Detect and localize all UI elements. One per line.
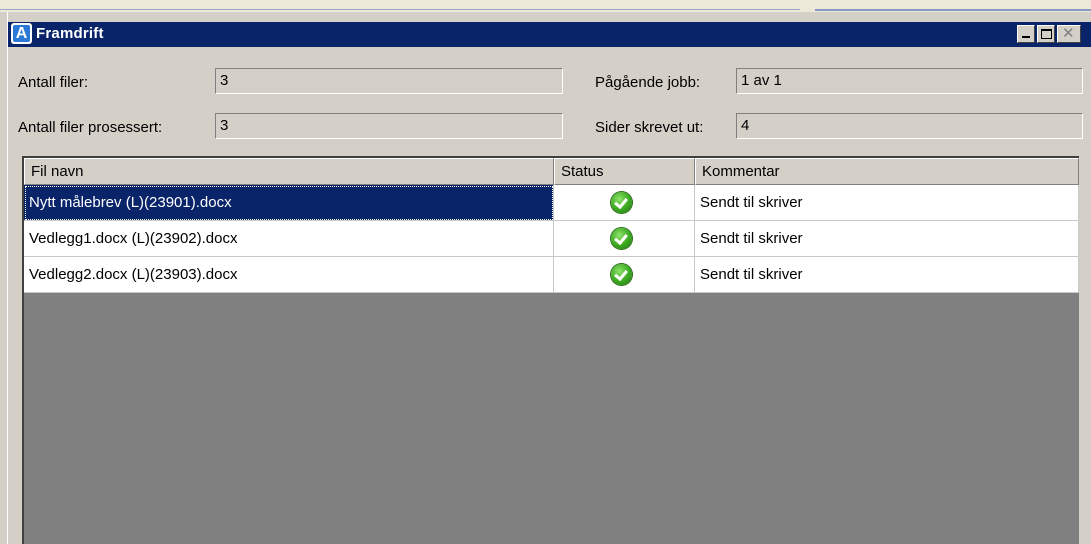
antall-prosessert-label: Antall filer prosessert: — [18, 119, 163, 136]
title-bar[interactable]: A Framdrift ✕ — [8, 22, 1091, 47]
antall-filer-label: Antall filer: — [18, 74, 89, 91]
progress-window: A Framdrift ✕ Antall filer: 3 Pågående j… — [7, 12, 1091, 544]
minimize-button[interactable] — [1017, 25, 1035, 43]
status-cell[interactable] — [554, 185, 695, 221]
pagaende-jobb-field: 1 av 1 — [736, 68, 1083, 94]
check-ok-icon — [611, 264, 632, 285]
file-name-cell[interactable]: Vedlegg2.docx (L)(23903).docx — [24, 257, 554, 293]
window-title: Framdrift — [36, 25, 104, 42]
column-header-kommentar[interactable]: Kommentar — [695, 158, 1079, 185]
file-name-cell[interactable]: Nytt målebrev (L)(23901).docx — [24, 185, 554, 221]
check-ok-icon — [611, 228, 632, 249]
status-cell[interactable] — [554, 221, 695, 257]
file-name-cell[interactable]: Vedlegg1.docx (L)(23902).docx — [24, 221, 554, 257]
check-ok-icon — [611, 192, 632, 213]
background-strip — [0, 0, 1091, 12]
background-line — [815, 9, 1091, 11]
maximize-button[interactable] — [1037, 25, 1055, 43]
table-row[interactable]: Vedlegg1.docx (L)(23902).docx Sendt til … — [24, 221, 1079, 257]
status-cell[interactable] — [554, 257, 695, 293]
table-row[interactable]: Nytt målebrev (L)(23901).docx Sendt til … — [24, 185, 1079, 221]
file-grid[interactable]: Fil navn Status Kommentar Nytt målebrev … — [22, 156, 1079, 544]
table-row[interactable]: Vedlegg2.docx (L)(23903).docx Sendt til … — [24, 257, 1079, 293]
sider-skrevet-label: Sider skrevet ut: — [595, 119, 704, 136]
antall-filer-field: 3 — [215, 68, 563, 94]
close-icon: ✕ — [1062, 25, 1075, 42]
background-line — [0, 9, 800, 10]
column-header-status[interactable]: Status — [554, 158, 695, 185]
pagaende-jobb-label: Pågående jobb: — [595, 74, 701, 91]
app-icon[interactable]: A — [11, 23, 32, 44]
comment-cell[interactable]: Sendt til skriver — [695, 221, 1079, 257]
grid-header: Fil navn Status Kommentar — [24, 158, 1079, 185]
app-icon-letter: A — [13, 25, 30, 42]
comment-cell[interactable]: Sendt til skriver — [695, 185, 1079, 221]
antall-prosessert-field: 3 — [215, 113, 563, 139]
comment-cell[interactable]: Sendt til skriver — [695, 257, 1079, 293]
column-header-fil-navn[interactable]: Fil navn — [24, 158, 554, 185]
close-button[interactable]: ✕ — [1057, 25, 1081, 43]
sider-skrevet-field: 4 — [736, 113, 1083, 139]
